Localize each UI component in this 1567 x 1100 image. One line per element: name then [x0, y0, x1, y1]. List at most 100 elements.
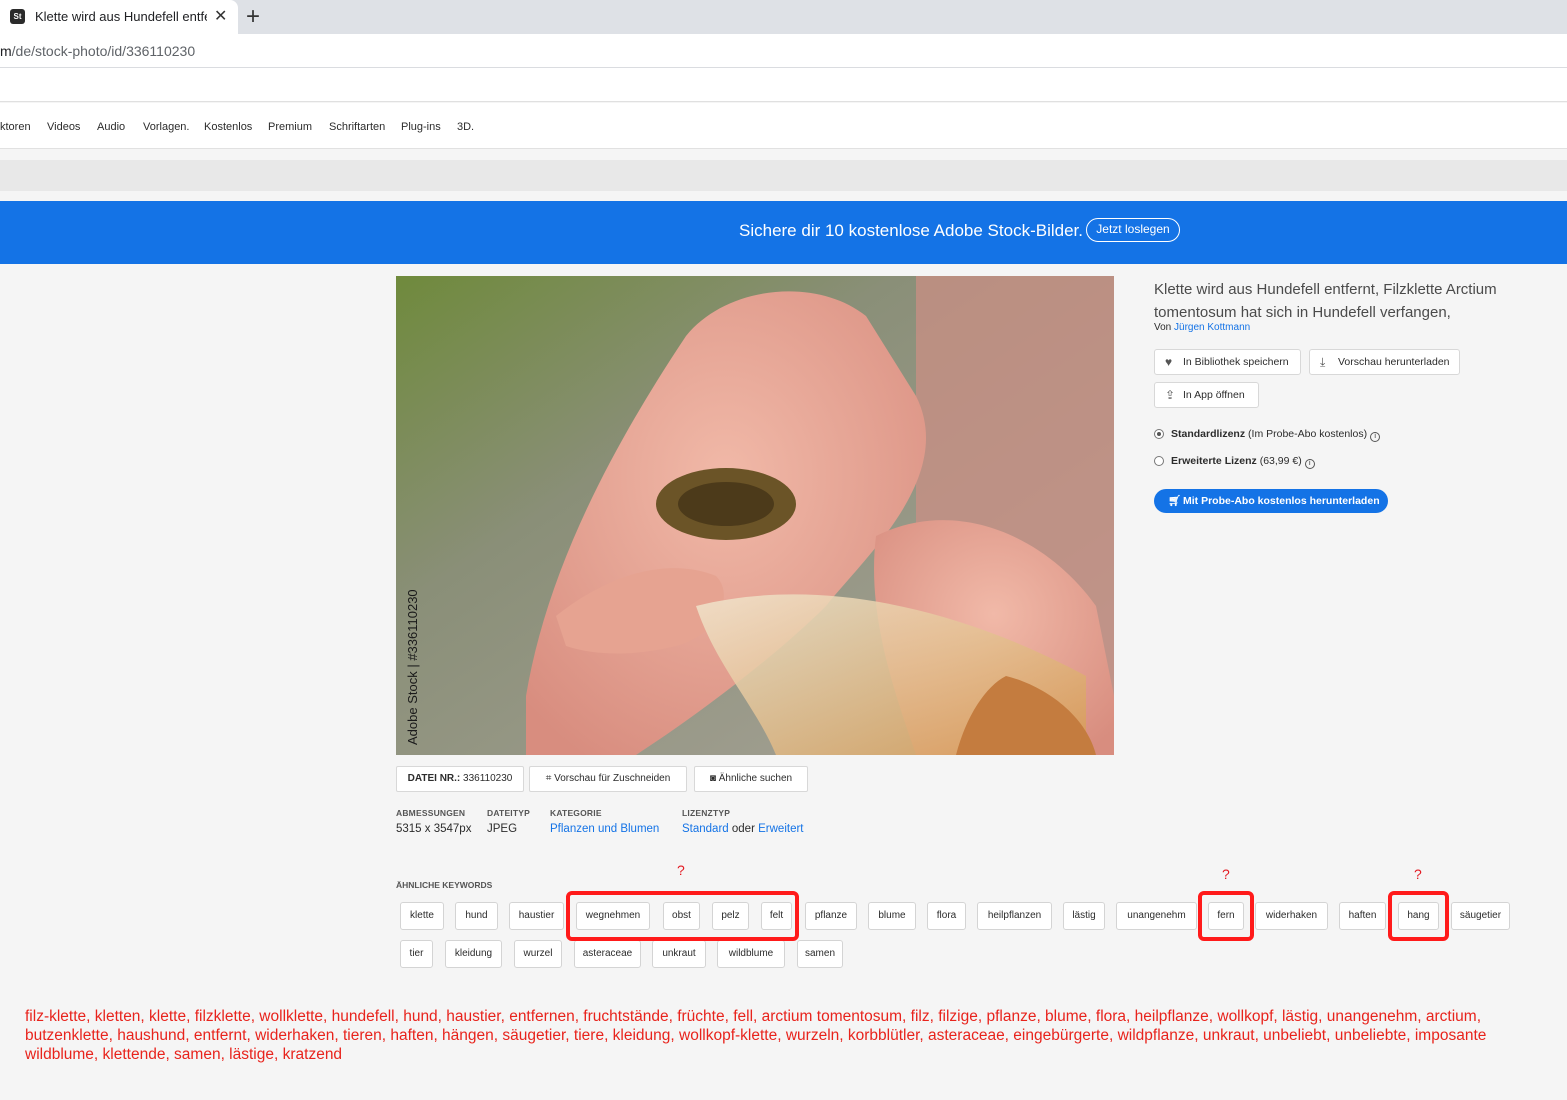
open-in-app-label: In App öffnen	[1183, 389, 1245, 401]
category-label: KATEGORIE	[550, 808, 602, 818]
file-number-label: DATEI NR.:	[407, 773, 461, 784]
keyword-chip[interactable]: lästig	[1063, 902, 1105, 930]
url-text[interactable]: m/de/stock-photo/id/336110230	[0, 43, 195, 59]
browser-tab[interactable]: St Klette wird aus Hundefell entferr ✕	[0, 0, 238, 34]
address-bar[interactable]: m/de/stock-photo/id/336110230	[0, 34, 1567, 68]
keyword-chip[interactable]: blume	[868, 902, 916, 930]
license-extended-name: Erweiterte Lizenz	[1171, 455, 1257, 467]
stock-photo[interactable]	[396, 276, 1114, 755]
nav-item-3d[interactable]: 3D.	[457, 121, 474, 133]
author-line: Von Jürgen Kottmann	[1154, 322, 1250, 333]
filetype-value: JPEG	[487, 823, 518, 835]
keyword-chip[interactable]: säugetier	[1451, 902, 1510, 930]
keyword-chip[interactable]: kleidung	[445, 940, 502, 968]
crop-preview-label: Vorschau für Zuschneiden	[554, 773, 671, 784]
close-tab-icon[interactable]: ✕	[214, 6, 227, 26]
download-icon: ⤓	[1320, 355, 1326, 369]
nav-item-schriftarten[interactable]: Schriftarten	[329, 121, 385, 133]
license-standard-label[interactable]: Standardlizenz (Im Probe-Abo kostenlos) i	[1171, 428, 1381, 442]
license-standard-name: Standardlizenz	[1171, 428, 1246, 440]
info-icon[interactable]: i	[1304, 459, 1315, 469]
dimensions-value: 5315 x 3547px	[396, 823, 472, 835]
nav-item-kostenlos[interactable]: Kostenlos	[204, 121, 252, 133]
cart-icon: 🛒︎	[1168, 495, 1182, 507]
annotation-highlight-box	[1388, 891, 1449, 941]
licensetype-value: Standard oder Erweitert	[682, 823, 804, 835]
save-to-library-label: In Bibliothek speichern	[1183, 356, 1289, 368]
similar-keywords-heading: ÄHNLICHE KEYWORDS	[396, 880, 493, 890]
nav-item-vektoren[interactable]: ktoren	[0, 121, 31, 133]
annotation-question-mark: ?	[1414, 866, 1422, 882]
keyword-chip[interactable]: asteraceae	[574, 940, 641, 968]
keyword-chip[interactable]: flora	[927, 902, 966, 930]
share-icon: ⇪	[1165, 388, 1176, 402]
licensetype-or: oder	[731, 823, 755, 835]
asset-title: Klette wird aus Hundefell entfernt, Filz…	[1154, 281, 1497, 321]
licensetype-extended-link[interactable]: Erweitert	[758, 823, 803, 835]
nav-item-premium[interactable]: Premium	[268, 121, 312, 133]
crop-preview-button[interactable]: ⌗ Vorschau für Zuschneiden	[529, 766, 687, 792]
file-number-chip: DATEI NR.: 336110230	[396, 766, 524, 792]
banner-text: Sichere dir 10 kostenlose Adobe Stock-Bi…	[739, 221, 1083, 240]
license-extended-note: (63,99 €)	[1259, 455, 1302, 467]
photo-illustration	[396, 276, 1114, 755]
keyword-chip[interactable]: unangenehm	[1116, 902, 1197, 930]
download-preview-label: Vorschau herunterladen	[1338, 356, 1450, 368]
keyword-chip[interactable]: haustier	[509, 902, 564, 930]
keyword-chip[interactable]: pflanze	[805, 902, 857, 930]
camera-icon: ◙	[709, 773, 716, 784]
open-in-app-button[interactable]: ⇪ In App öffnen	[1154, 382, 1259, 408]
url-path: /de/stock-photo/id/336110230	[11, 43, 196, 59]
download-trial-button[interactable]: 🛒︎ Mit Probe-Abo kostenlos herunterladen	[1154, 489, 1388, 513]
info-icon[interactable]: i	[1370, 432, 1381, 442]
promo-banner: Sichere dir 10 kostenlose Adobe Stock-Bi…	[0, 201, 1567, 264]
new-tab-icon[interactable]: +	[246, 3, 260, 31]
tab-title: Klette wird aus Hundefell entferr	[35, 9, 207, 24]
author-link[interactable]: Jürgen Kottmann	[1174, 322, 1250, 333]
keyword-chip[interactable]: tier	[400, 940, 433, 968]
url-domain-fragment: m	[0, 43, 12, 59]
annotation-question-mark: ?	[1222, 866, 1230, 882]
nav-item-plugins[interactable]: Plug-ins	[401, 121, 441, 133]
license-extended-label[interactable]: Erweiterte Lizenz (63,99 €) i	[1171, 455, 1315, 469]
keyword-chip[interactable]: hund	[455, 902, 498, 930]
find-similar-button[interactable]: ◙ Ähnliche suchen	[694, 766, 808, 792]
licensetype-standard-link[interactable]: Standard	[682, 823, 729, 835]
keyword-chip[interactable]: unkraut	[652, 940, 706, 968]
adobe-stock-watermark: Adobe Stock | #336110230	[405, 590, 420, 745]
keyword-chip[interactable]: wildblume	[717, 940, 785, 968]
category-link[interactable]: Pflanzen und Blumen	[550, 823, 659, 835]
nav-item-audio[interactable]: Audio	[97, 121, 125, 133]
license-standard-radio[interactable]	[1154, 429, 1164, 439]
browser-tab-bar: St Klette wird aus Hundefell entferr ✕ +	[0, 0, 1567, 34]
keyword-chip[interactable]: samen	[797, 940, 843, 968]
author-prefix: Von	[1154, 322, 1172, 333]
heart-icon: ♥	[1165, 355, 1173, 369]
watermark-text: Adobe Stock | #336110230	[405, 590, 420, 745]
dimensions-label: ABMESSUNGEN	[396, 808, 466, 818]
file-number: 336110230	[463, 773, 513, 784]
download-preview-button[interactable]: ⤓ Vorschau herunterladen	[1309, 349, 1460, 375]
annotation-question-mark: ?	[677, 862, 685, 878]
keyword-chip[interactable]: klette	[400, 902, 444, 930]
adobe-stock-favicon-icon: St	[10, 9, 25, 24]
annotation-highlight-box	[1198, 891, 1254, 941]
license-standard-note: (Im Probe-Abo kostenlos)	[1248, 428, 1368, 440]
banner-cta-button[interactable]: Jetzt loslegen	[1086, 218, 1180, 242]
nav-item-videos[interactable]: Videos	[47, 121, 80, 133]
annotation-highlight-box	[566, 891, 799, 941]
find-similar-label: Ähnliche suchen	[718, 773, 793, 784]
filter-bar	[0, 160, 1567, 191]
filetype-label: DATEITYP	[487, 808, 531, 818]
license-extended-radio[interactable]	[1154, 456, 1164, 466]
save-to-library-button[interactable]: ♥ In Bibliothek speichern	[1154, 349, 1301, 375]
annotation-keyword-list: filz-klette, kletten, klette, filzklette…	[25, 1008, 1487, 1063]
licensetype-label: LIZENZTYP	[682, 808, 731, 818]
keyword-chip[interactable]: widerhaken	[1255, 902, 1328, 930]
download-trial-label: Mit Probe-Abo kostenlos herunterladen	[1183, 495, 1380, 507]
nav-item-vorlagen[interactable]: Vorlagen.	[143, 121, 189, 133]
keyword-chip[interactable]: heilpflanzen	[977, 902, 1052, 930]
keyword-chip[interactable]: wurzel	[514, 940, 562, 968]
bookmark-bar	[0, 68, 1567, 102]
keyword-chip[interactable]: haften	[1339, 902, 1386, 930]
